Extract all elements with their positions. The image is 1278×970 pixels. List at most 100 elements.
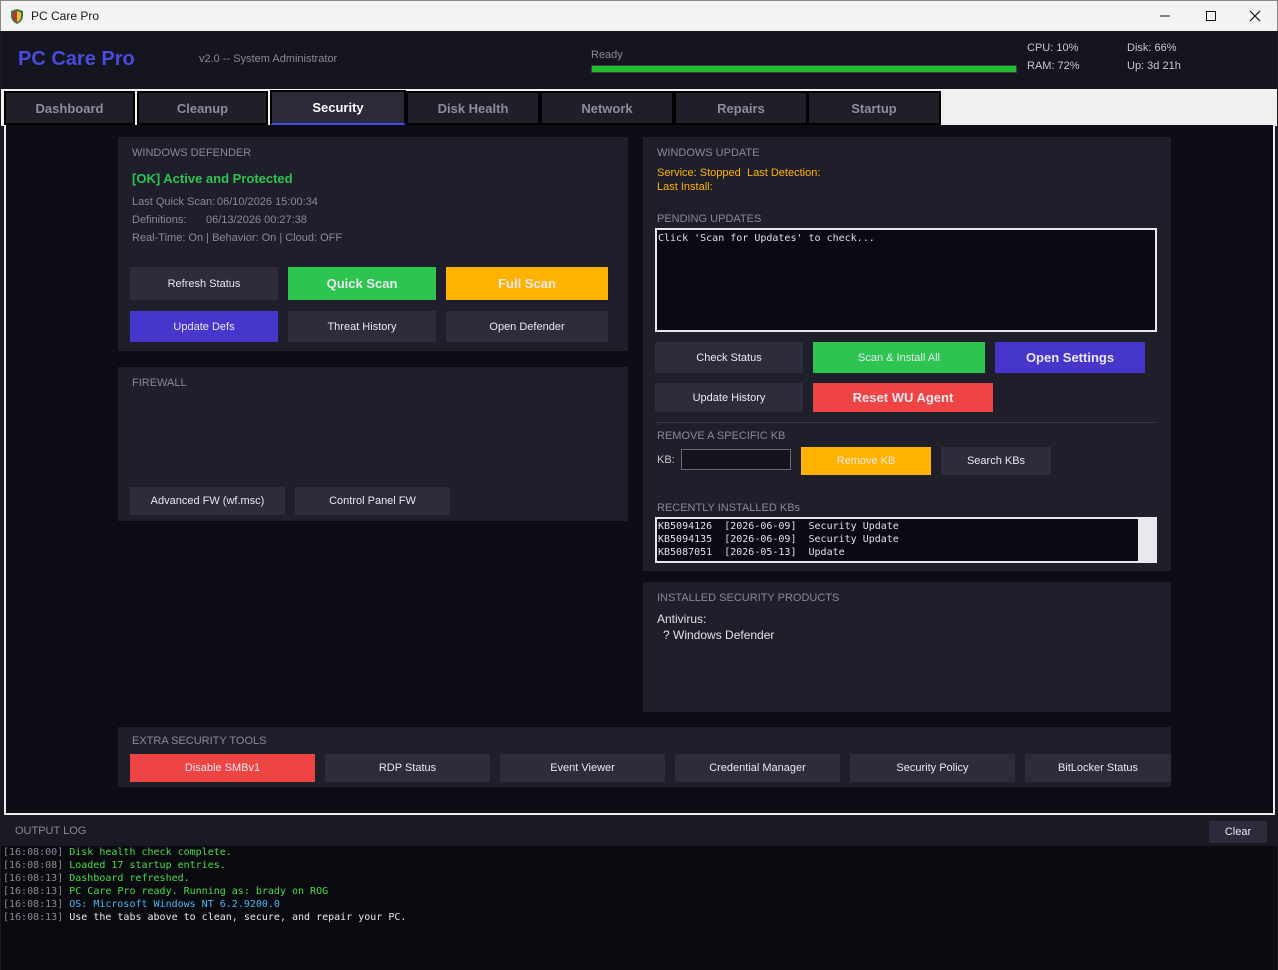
security-policy-button[interactable]: Security Policy [850, 754, 1015, 782]
close-icon [1249, 10, 1261, 22]
rdp-status-button[interactable]: RDP Status [325, 754, 490, 782]
quick-scan-button[interactable]: Quick Scan [288, 267, 436, 300]
open-settings-button[interactable]: Open Settings [995, 342, 1145, 373]
app-brand: PC Care Pro [18, 48, 135, 70]
maximize-icon [1206, 11, 1216, 21]
defender-section: WINDOWS DEFENDER [OK] Active and Protect… [118, 137, 628, 351]
log-line: [16:08:13] Use the tabs above to clean, … [3, 911, 1273, 924]
version-label: v2.0 -- System Administrator [199, 53, 338, 65]
section-title: FIREWALL [132, 377, 187, 389]
log-message: PC Care Pro ready. Running as: brady on … [69, 886, 329, 897]
recent-kb-item: KB5094126 [2026-06-09] Security Update [658, 521, 899, 532]
wu-service-status: Service: Stopped [657, 167, 741, 179]
security-products-section: INSTALLED SECURITY PRODUCTS Antivirus: ?… [643, 582, 1171, 712]
pending-updates-text: Click 'Scan for Updates' to check... [658, 233, 875, 244]
refresh-status-button[interactable]: Refresh Status [130, 267, 278, 300]
extra-tools-section: EXTRA SECURITY TOOLS Disable SMBv1 RDP S… [118, 727, 1171, 787]
close-button[interactable] [1232, 1, 1278, 31]
recent-kbs-list[interactable]: KB5094126 [2026-06-09] Security Update K… [655, 517, 1157, 563]
tab-disk-health[interactable]: Disk Health [406, 91, 540, 125]
log-timestamp: [16:08:13] [3, 912, 70, 923]
tab-startup[interactable]: Startup [807, 91, 941, 125]
output-log: OUTPUT LOG Clear [16:08:00] Disk health … [1, 816, 1277, 970]
wu-last-detection: Last Detection: [747, 167, 821, 179]
definitions-label: Definitions: [132, 214, 187, 226]
tab-bar: Dashboard Cleanup Security Disk Health N… [1, 89, 1277, 126]
protection-flags: Real-Time: On | Behavior: On | Cloud: OF… [132, 232, 343, 244]
threat-history-button[interactable]: Threat History [288, 311, 436, 342]
tab-dashboard[interactable]: Dashboard [4, 91, 135, 125]
cpu-stat: CPU: 10% [1027, 42, 1079, 54]
windows-update-section: WINDOWS UPDATE Service: Stopped Last Det… [643, 137, 1171, 571]
app-header: PC Care Pro v2.0 -- System Administrator… [1, 31, 1277, 89]
clear-log-button[interactable]: Clear [1209, 821, 1267, 843]
scan-install-button[interactable]: Scan & Install All [813, 342, 985, 373]
last-scan-value: 06/10/2026 15:00:34 [217, 196, 318, 208]
status-label: Ready [591, 49, 623, 61]
wu-last-install: Last Install: [657, 181, 713, 193]
event-viewer-button[interactable]: Event Viewer [500, 754, 665, 782]
security-panel: WINDOWS DEFENDER [OK] Active and Protect… [4, 125, 1275, 815]
kb-label: KB: [657, 454, 675, 466]
section-title: WINDOWS UPDATE [657, 147, 760, 159]
reset-wu-agent-button[interactable]: Reset WU Agent [813, 383, 993, 412]
log-title: OUTPUT LOG [15, 825, 87, 837]
recent-kbs-title: RECENTLY INSTALLED KBs [657, 502, 801, 514]
log-line: [16:08:13] PC Care Pro ready. Running as… [3, 885, 1273, 898]
update-history-button[interactable]: Update History [655, 383, 803, 412]
definitions-value: 06/13/2026 00:27:38 [206, 214, 307, 226]
firewall-section: FIREWALL Advanced FW (wf.msc) Control Pa… [118, 367, 628, 521]
title-bar: PC Care Pro [0, 0, 1278, 31]
recent-kb-item: KB5087051 [2026-05-13] Update [658, 547, 845, 558]
tab-cleanup[interactable]: Cleanup [137, 91, 268, 125]
window-title: PC Care Pro [31, 9, 100, 23]
credential-manager-button[interactable]: Credential Manager [675, 754, 840, 782]
log-timestamp: [16:08:13] [3, 899, 70, 910]
section-title: EXTRA SECURITY TOOLS [132, 735, 267, 747]
scrollbar[interactable] [1138, 519, 1155, 561]
advanced-firewall-button[interactable]: Advanced FW (wf.msc) [130, 487, 285, 515]
ram-stat: RAM: 72% [1027, 60, 1080, 72]
log-line: [16:08:13] OS: Microsoft Windows NT 6.2.… [3, 898, 1273, 911]
log-message: Use the tabs above to clean, secure, and… [69, 912, 407, 923]
tab-repairs[interactable]: Repairs [674, 91, 808, 125]
log-timestamp: [16:08:00] [3, 847, 70, 858]
log-lines: [16:08:00] Disk health check complete. [1… [3, 846, 1273, 924]
divider [655, 422, 1157, 423]
log-line: [16:08:13] Dashboard refreshed. [3, 872, 1273, 885]
log-header: OUTPUT LOG Clear [1, 816, 1277, 846]
recent-kb-item: KB5094135 [2026-06-09] Security Update [658, 534, 899, 545]
progress-bar [591, 65, 1017, 73]
check-status-button[interactable]: Check Status [655, 342, 803, 373]
progress-fill [592, 66, 1016, 72]
antivirus-item: ? Windows Defender [663, 628, 775, 642]
open-defender-button[interactable]: Open Defender [446, 311, 608, 342]
uptime-stat: Up: 3d 21h [1127, 60, 1181, 72]
update-defs-button[interactable]: Update Defs [130, 311, 278, 342]
bitlocker-status-button[interactable]: BitLocker Status [1025, 754, 1171, 782]
pending-updates-title: PENDING UPDATES [657, 213, 762, 225]
search-kbs-button[interactable]: Search KBs [941, 447, 1051, 475]
last-scan-label: Last Quick Scan: [132, 196, 216, 208]
kb-input[interactable] [681, 449, 791, 470]
full-scan-button[interactable]: Full Scan [446, 267, 608, 300]
section-title: INSTALLED SECURITY PRODUCTS [657, 592, 840, 604]
log-line: [16:08:00] Disk health check complete. [3, 846, 1273, 859]
maximize-button[interactable] [1188, 1, 1234, 31]
status-progress: Ready [591, 49, 1017, 73]
disable-smbv1-button[interactable]: Disable SMBv1 [130, 754, 315, 782]
shield-icon [11, 9, 23, 24]
log-line: [16:08:08] Loaded 17 startup entries. [3, 859, 1273, 872]
log-message: OS: Microsoft Windows NT 6.2.9200.0 [69, 899, 280, 910]
minimize-button[interactable] [1142, 1, 1188, 31]
log-message: Loaded 17 startup entries. [69, 860, 226, 871]
control-panel-firewall-button[interactable]: Control Panel FW [295, 487, 450, 515]
log-message: Disk health check complete. [69, 847, 232, 858]
tab-network[interactable]: Network [540, 91, 674, 125]
tab-security[interactable]: Security [270, 90, 406, 126]
section-title: WINDOWS DEFENDER [132, 147, 252, 159]
log-timestamp: [16:08:13] [3, 886, 70, 897]
remove-kb-button[interactable]: Remove KB [801, 447, 931, 475]
pending-updates-box[interactable]: Click 'Scan for Updates' to check... [655, 228, 1157, 332]
defender-status: [OK] Active and Protected [132, 171, 293, 186]
